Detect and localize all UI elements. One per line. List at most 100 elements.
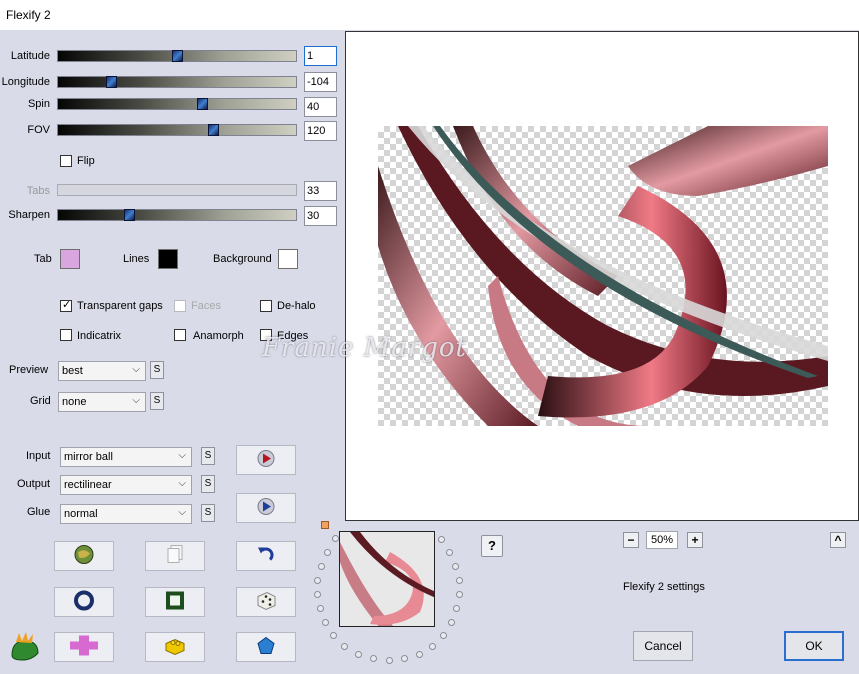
navigator-dot [330,632,337,639]
sharpen-label: Sharpen [8,209,50,221]
navigator-dot [318,563,325,570]
copy-button[interactable] [145,541,205,571]
anamorph-checkbox[interactable] [174,329,186,341]
grid-save-button[interactable]: S [150,392,164,410]
slider-thumb[interactable] [172,50,183,62]
tab-color-swatch[interactable] [60,249,80,269]
title-bar: Flexify 2 [0,0,859,30]
output-select-value: rectilinear [64,479,112,491]
brick-button[interactable] [145,632,205,662]
ok-button[interactable]: OK [784,631,844,661]
glue-select-value: normal [64,508,98,520]
window-title: Flexify 2 [6,8,51,22]
spin-label: Spin [27,98,50,110]
navigator-dot [314,591,321,598]
fov-label: FOV [27,124,50,136]
navigator-dot [322,619,329,626]
tabs-input: 33 [304,181,337,201]
flip-label: Flip [77,155,95,167]
dice-button[interactable] [236,587,296,617]
play-back-button[interactable] [236,493,296,523]
disc-play-icon [256,449,276,472]
preview-save-button[interactable]: S [150,361,164,379]
zoom-in-button[interactable]: + [687,532,703,548]
ring-button[interactable] [54,587,114,617]
cancel-button[interactable]: Cancel [633,631,693,661]
transparent-gaps-checkbox[interactable]: ✓ [60,299,72,312]
faces-label: Faces [191,300,221,312]
sharpen-input[interactable]: 30 [304,206,337,226]
undo-button[interactable] [236,541,296,571]
spin-input[interactable]: 40 [304,97,337,117]
input-select[interactable]: mirror ball ⌵ [60,447,192,467]
navigator-dot [452,563,459,570]
latitude-label: Latitude [10,50,50,62]
background-color-swatch[interactable] [278,249,298,269]
indicatrix-checkbox[interactable] [60,329,72,341]
play-forward-button[interactable] [236,445,296,475]
de-halo-checkbox[interactable] [260,300,272,312]
flaming-pear-logo [8,631,42,664]
chevron-down-icon: ⌵ [132,395,140,406]
dice-icon [255,590,277,615]
slider-thumb[interactable] [208,124,219,136]
spin-slider[interactable] [57,98,297,110]
lines-color-swatch[interactable] [158,249,178,269]
grid-label: Grid [30,395,51,407]
latitude-input[interactable]: 1 [304,46,337,66]
help-button[interactable]: ? [481,535,503,557]
checkmark-icon: ✓ [62,299,72,311]
navigator-handle[interactable] [321,521,329,529]
longitude-input[interactable]: -104 [304,72,337,92]
output-save-button[interactable]: S [201,475,215,493]
disc-play-blue-icon [256,497,276,520]
tab-color-label: Tab [34,253,52,265]
slider-thumb[interactable] [197,98,208,110]
grid-select[interactable]: none ⌵ [58,392,146,412]
preview-panel[interactable] [345,31,859,521]
thumbnail-navigator[interactable] [339,531,435,627]
input-label: Input [26,450,51,462]
input-select-value: mirror ball [64,451,113,463]
preview-select[interactable]: best ⌵ [58,361,146,381]
navigator-dot [317,605,324,612]
preview-label: Preview [9,364,49,376]
navigator-dot [332,535,339,542]
cross-icon [69,635,99,660]
anamorph-label: Anamorph [193,330,244,342]
sharpen-slider[interactable] [57,209,297,221]
tabs-label: Tabs [26,185,50,197]
zoom-out-button[interactable]: − [623,532,639,548]
glue-save-button[interactable]: S [201,504,215,522]
chevron-down-icon: ⌵ [178,478,186,489]
output-select[interactable]: rectilinear ⌵ [60,475,192,495]
indicatrix-label: Indicatrix [77,330,122,342]
settings-label: Flexify 2 settings [623,581,705,593]
randomize-button[interactable] [54,541,114,571]
gem-icon [256,636,276,659]
latitude-slider[interactable] [57,50,297,62]
fov-input[interactable]: 120 [304,121,337,141]
preview-select-value: best [62,365,83,377]
slider-thumb[interactable] [106,76,117,88]
flip-checkbox[interactable] [60,155,72,167]
navigator-dot [456,591,463,598]
collapse-button[interactable]: ^ [830,532,846,548]
navigator-dot [370,655,377,662]
longitude-label: Longitude [1,76,50,88]
globe-icon [73,544,95,569]
grid-select-value: none [62,396,87,408]
fov-slider[interactable] [57,124,297,136]
zoom-level[interactable]: 50% [646,531,678,549]
input-save-button[interactable]: S [201,447,215,465]
slider-thumb[interactable] [124,209,135,221]
tile-button[interactable] [54,632,114,662]
chevron-down-icon: ⌵ [178,450,186,461]
gem-button[interactable] [236,632,296,662]
navigator-dot [386,657,393,664]
glue-select[interactable]: normal ⌵ [60,504,192,524]
frame-button[interactable] [145,587,205,617]
navigator-dot [440,632,447,639]
background-color-label: Background [213,253,272,265]
longitude-slider[interactable] [57,76,297,88]
